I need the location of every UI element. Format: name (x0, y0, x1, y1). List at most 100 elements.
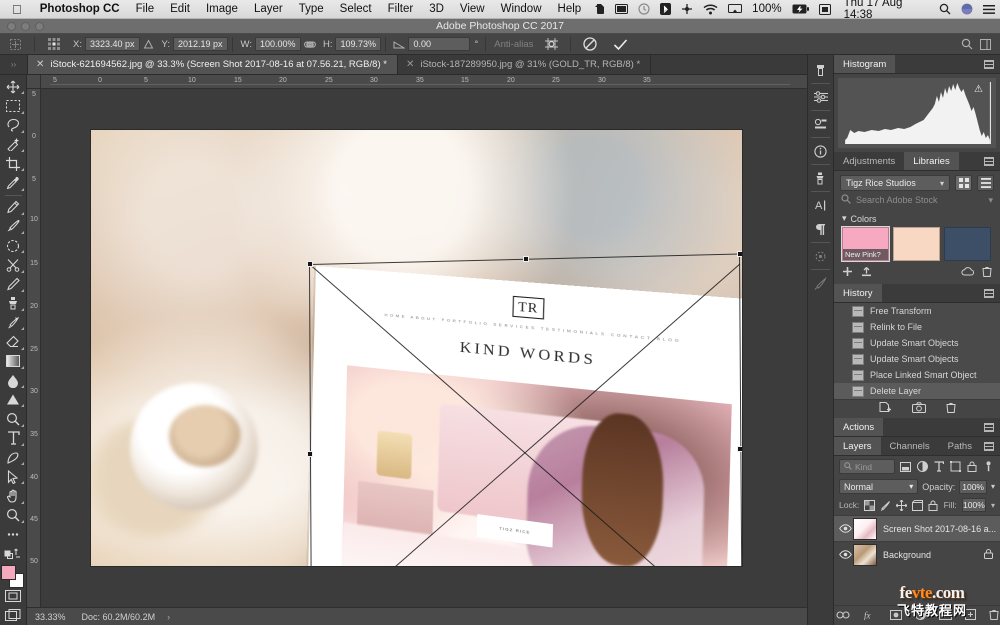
history-item[interactable]: Free Transform (834, 303, 1000, 319)
spot-healing-brush-tool[interactable] (1, 198, 26, 217)
vertical-ruler[interactable]: 5 0 5 10 15 20 25 30 35 40 45 50 (27, 89, 41, 607)
layer-visibility-icon[interactable] (837, 550, 853, 559)
tab-libraries[interactable]: Libraries (904, 152, 958, 170)
filter-pixel-icon[interactable] (899, 460, 912, 474)
layer-name[interactable]: Screen Shot 2017-08-16 a... (883, 524, 996, 534)
zoom-tool-upper[interactable] (1, 409, 26, 428)
menu-item-type[interactable]: Type (291, 3, 332, 15)
eyedropper-tool[interactable] (1, 173, 26, 192)
paintbrush-tool[interactable] (1, 217, 26, 236)
actions-panel-menu[interactable] (984, 418, 1000, 436)
foreground-background-colors[interactable] (1, 565, 25, 587)
brushes-panel-icon[interactable] (808, 271, 833, 295)
time-machine-icon[interactable] (633, 3, 655, 15)
layer-filter-kind-select[interactable]: Kind (839, 459, 895, 474)
layers-panel-menu[interactable] (984, 437, 1000, 455)
placed-screenshot-layer[interactable]: TR HOME ABOUT PORTFOLIO SERVICES TESTIMO… (310, 254, 742, 566)
horizontal-ruler[interactable]: 5 0 5 10 15 20 25 30 35 15 20 25 30 35 (41, 75, 807, 89)
colors-section-header[interactable]: ▾ Colors (834, 210, 1000, 227)
chevron-down-icon[interactable]: ▾ (909, 482, 913, 491)
panel-menu-icon[interactable] (984, 157, 994, 166)
wifi-icon[interactable] (698, 4, 723, 15)
delete-layer-icon[interactable] (989, 609, 999, 622)
color-swatch-new-pink[interactable]: New Pink? (842, 227, 889, 261)
search-icon[interactable] (958, 37, 976, 51)
lock-all-icon[interactable] (928, 499, 938, 511)
tab-histogram[interactable]: Histogram (834, 55, 895, 73)
menu-item-select[interactable]: Select (332, 3, 380, 15)
blend-mode-select[interactable]: Normal ▾ (839, 479, 918, 494)
pen-tool[interactable] (1, 448, 26, 467)
apple-icon[interactable]:  (0, 3, 32, 16)
filter-type-icon[interactable] (933, 460, 946, 474)
ruler-corner[interactable] (27, 75, 41, 89)
display-icon[interactable] (610, 4, 633, 15)
x-input[interactable]: 3323.40 px (85, 37, 140, 51)
layer-row-background[interactable]: Background (834, 541, 1000, 567)
angle-input[interactable]: 0.00 (408, 37, 470, 51)
new-group-icon[interactable] (939, 610, 952, 622)
layer-row-screenshot[interactable]: Screen Shot 2017-08-16 a... (834, 515, 1000, 541)
histogram-panel-menu[interactable] (984, 55, 1000, 73)
warp-icon[interactable] (536, 34, 566, 55)
cached-data-warning-icon[interactable]: ⚠ (974, 84, 983, 95)
menu-item-layer[interactable]: Layer (246, 3, 291, 15)
rectangular-marquee-tool[interactable] (1, 96, 26, 115)
styles-panel-icon[interactable] (808, 112, 833, 136)
crop-tool[interactable] (1, 154, 26, 173)
chevron-down-icon[interactable]: ▾ (940, 179, 944, 188)
panel-menu-icon[interactable] (984, 442, 994, 451)
chevron-down-icon[interactable]: ▾ (988, 195, 993, 206)
zoom-tool[interactable] (1, 506, 26, 525)
menu-item-photoshop[interactable]: Photoshop CC (32, 3, 128, 15)
history-brush-tool[interactable] (1, 313, 26, 332)
layer-style-icon[interactable]: fx (863, 610, 877, 622)
filter-toggle-icon[interactable] (982, 460, 995, 474)
tab-bar-grip[interactable]: ›› (0, 55, 28, 74)
character-panel-icon[interactable]: A (808, 193, 833, 217)
menu-item-filter[interactable]: Filter (380, 3, 422, 15)
y-input[interactable]: 2012.19 px (173, 37, 228, 51)
adobe-stock-search[interactable]: Search Adobe Stock ▾ (834, 194, 1000, 210)
width-input[interactable]: 100.00% (255, 37, 301, 51)
cloud-sync-icon[interactable] (961, 266, 974, 280)
relative-position-icon[interactable] (140, 37, 158, 51)
dropbox-icon[interactable] (814, 4, 836, 15)
battery-icon[interactable] (787, 4, 814, 14)
upload-icon[interactable] (861, 266, 872, 280)
tab-adjustments[interactable]: Adjustments (834, 152, 904, 170)
color-swatch-peach[interactable] (893, 227, 940, 261)
new-layer-icon[interactable] (965, 609, 976, 622)
menu-clock[interactable]: Thu 17 Aug 14:38 (836, 0, 934, 21)
airplay-icon[interactable] (723, 4, 747, 15)
document-tab-1[interactable]: ✕ iStock-621694562.jpg @ 33.3% (Screen S… (28, 55, 398, 74)
add-item-icon[interactable] (842, 266, 853, 280)
close-icon[interactable]: ✕ (406, 59, 414, 70)
minimize-window-button[interactable] (21, 22, 30, 31)
library-select[interactable]: Tigz Rice Studios ▾ (840, 175, 950, 191)
layer-visibility-icon[interactable] (837, 524, 853, 533)
gradient-tool[interactable] (1, 352, 26, 371)
zoom-window-button[interactable] (35, 22, 44, 31)
color-swatch-navy[interactable] (944, 227, 991, 261)
chevron-down-icon[interactable]: ▾ (991, 482, 995, 491)
document-canvas[interactable]: TR HOME ABOUT PORTFOLIO SERVICES TESTIMO… (91, 130, 742, 566)
patch-tool[interactable] (1, 236, 26, 255)
history-panel-menu[interactable] (984, 284, 1000, 302)
zoom-level-input[interactable]: 33.33% (27, 612, 76, 622)
horizontal-type-tool[interactable] (1, 429, 26, 448)
bluetooth-icon[interactable] (655, 3, 676, 15)
workspace-switcher-icon[interactable] (976, 37, 994, 51)
fill-input[interactable]: 100% (962, 498, 986, 512)
libraries-panel-menu[interactable] (984, 152, 1000, 170)
history-item[interactable]: Update Smart Objects (834, 335, 1000, 351)
siri-icon[interactable] (956, 3, 978, 15)
brush-settings-panel-icon[interactable] (808, 244, 833, 268)
layer-locked-icon[interactable] (984, 546, 1000, 564)
menu-item-help[interactable]: Help (550, 3, 590, 15)
lock-position-icon[interactable] (896, 499, 907, 511)
panel-menu-icon[interactable] (984, 423, 994, 432)
link-layers-icon[interactable] (836, 611, 850, 621)
menu-item-image[interactable]: Image (198, 3, 246, 15)
edit-toolbar-button[interactable] (1, 525, 26, 544)
